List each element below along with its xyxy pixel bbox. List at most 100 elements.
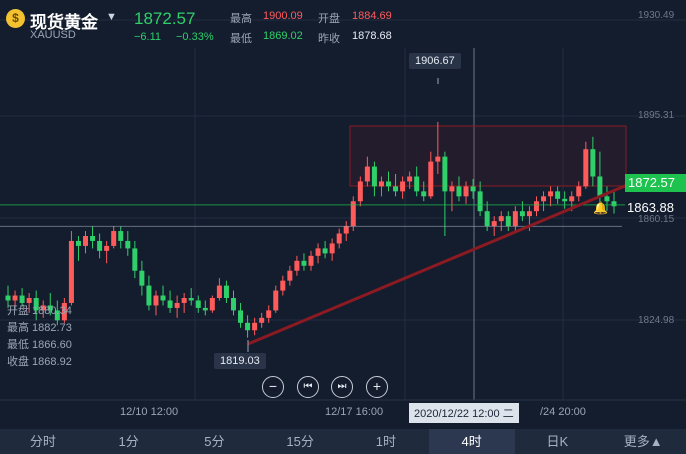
- tab-fenshi[interactable]: 分时: [0, 429, 86, 454]
- y-axis-label: 1895.31: [638, 110, 675, 121]
- candle-body: [512, 211, 518, 227]
- quote-header: $ 现货黄金 ▼ XAUUSD 1872.57 −6.11 −0.33% 最高 …: [0, 0, 686, 48]
- candle-body: [188, 298, 194, 301]
- candle-body: [428, 161, 434, 197]
- candle-body: [357, 181, 363, 202]
- tab-4h[interactable]: 4时: [428, 429, 515, 454]
- tab-more[interactable]: 更多▲: [600, 429, 686, 454]
- candle-body: [83, 236, 89, 246]
- bell-icon[interactable]: 🔔: [593, 201, 608, 215]
- candle-body: [125, 240, 131, 249]
- candle-body: [223, 285, 229, 298]
- candle-body: [386, 181, 392, 187]
- candle-body: [308, 255, 314, 266]
- alert-price-tag[interactable]: 1863.88: [622, 199, 686, 217]
- candle-body: [541, 196, 547, 202]
- candle-body: [252, 322, 258, 331]
- candle-body: [153, 295, 159, 306]
- candle-body: [139, 270, 145, 286]
- candle-body: [435, 156, 441, 162]
- candle-body: [456, 186, 462, 197]
- prev-close-label: 昨收: [318, 33, 340, 45]
- y-axis-label: 1824.98: [638, 315, 675, 326]
- tab-1m[interactable]: 1分: [86, 429, 172, 454]
- candle-body: [400, 181, 406, 192]
- candle-body: [611, 201, 617, 207]
- ohlc-close: 收盘 1868.92: [7, 356, 72, 368]
- candle-body: [449, 186, 455, 192]
- candle-body: [259, 317, 265, 323]
- candle-body: [576, 186, 582, 197]
- candle-body: [12, 295, 18, 301]
- candle-body: [343, 226, 349, 234]
- candle-body: [533, 201, 539, 212]
- candle-body: [477, 191, 483, 212]
- candle-body: [273, 290, 279, 311]
- y-axis-label: 1930.49: [638, 10, 675, 21]
- candle-body: [167, 300, 173, 308]
- candle-body: [209, 298, 215, 311]
- candle-body: [371, 166, 377, 187]
- candle-body: [470, 186, 476, 192]
- candle-body: [590, 149, 596, 177]
- price-change: −6.11: [134, 31, 162, 43]
- high-value: 1900.09: [263, 10, 303, 22]
- candle-body: [97, 240, 103, 251]
- current-price-tag: 1872.57: [625, 174, 686, 192]
- candle-body: [68, 240, 74, 303]
- high-label: 最高: [230, 13, 252, 25]
- candle-body: [526, 211, 532, 217]
- candle-body: [393, 186, 399, 192]
- scroll-right-button[interactable]: ⏭: [331, 376, 353, 398]
- candle-body: [294, 260, 300, 271]
- chevron-down-icon[interactable]: ▼: [106, 11, 117, 23]
- candle-body: [111, 231, 117, 246]
- candle-body: [216, 285, 222, 298]
- x-axis-label: 12/10 12:00: [120, 406, 179, 418]
- candle-body: [378, 181, 384, 187]
- ohlc-low: 最低 1866.60: [7, 339, 72, 351]
- candle-body: [407, 176, 413, 182]
- candle-body: [505, 216, 511, 227]
- candle-body: [301, 260, 307, 266]
- candle-body: [266, 310, 272, 318]
- candle-body: [329, 243, 335, 254]
- open-label: 开盘: [318, 13, 340, 25]
- candle-body: [562, 198, 568, 202]
- crosshair-time-label: 2020/12/22 12:00 二: [409, 403, 519, 423]
- tab-daily[interactable]: 日K: [515, 429, 601, 454]
- low-marker-tag: 1819.03: [214, 353, 266, 369]
- candle-body: [548, 191, 554, 197]
- candle-body: [597, 176, 603, 197]
- candle-body: [174, 302, 180, 308]
- low-value: 1869.02: [263, 30, 303, 42]
- candle-body: [118, 231, 124, 241]
- candle-body: [498, 216, 504, 222]
- candle-body: [421, 191, 427, 197]
- tab-15m[interactable]: 15分: [257, 429, 343, 454]
- instrument-symbol: XAUUSD: [30, 29, 76, 41]
- candle-body: [90, 236, 96, 241]
- candle-body: [484, 211, 490, 227]
- tab-1h[interactable]: 1时: [343, 429, 429, 454]
- candle-body: [315, 248, 321, 256]
- tab-5m[interactable]: 5分: [172, 429, 258, 454]
- candle-body: [160, 295, 166, 301]
- price-change-percent: −0.33%: [176, 31, 214, 43]
- candle-body: [230, 298, 236, 311]
- candle-body: [442, 156, 448, 192]
- candle-body: [336, 233, 342, 244]
- candle-body: [202, 307, 208, 311]
- candle-body: [146, 285, 152, 306]
- candle-body: [238, 310, 244, 323]
- candle-body: [555, 191, 561, 199]
- high-marker-tag: 1906.67: [409, 53, 461, 69]
- zoom-out-button[interactable]: −: [262, 376, 284, 398]
- zoom-in-button[interactable]: +: [366, 376, 388, 398]
- candle-body: [104, 245, 110, 251]
- candle-body: [583, 149, 589, 187]
- candle-body: [322, 248, 328, 254]
- candle-body: [463, 186, 469, 197]
- scroll-left-button[interactable]: ⏮: [297, 376, 319, 398]
- ohlc-open: 开盘 1880.34: [7, 305, 72, 317]
